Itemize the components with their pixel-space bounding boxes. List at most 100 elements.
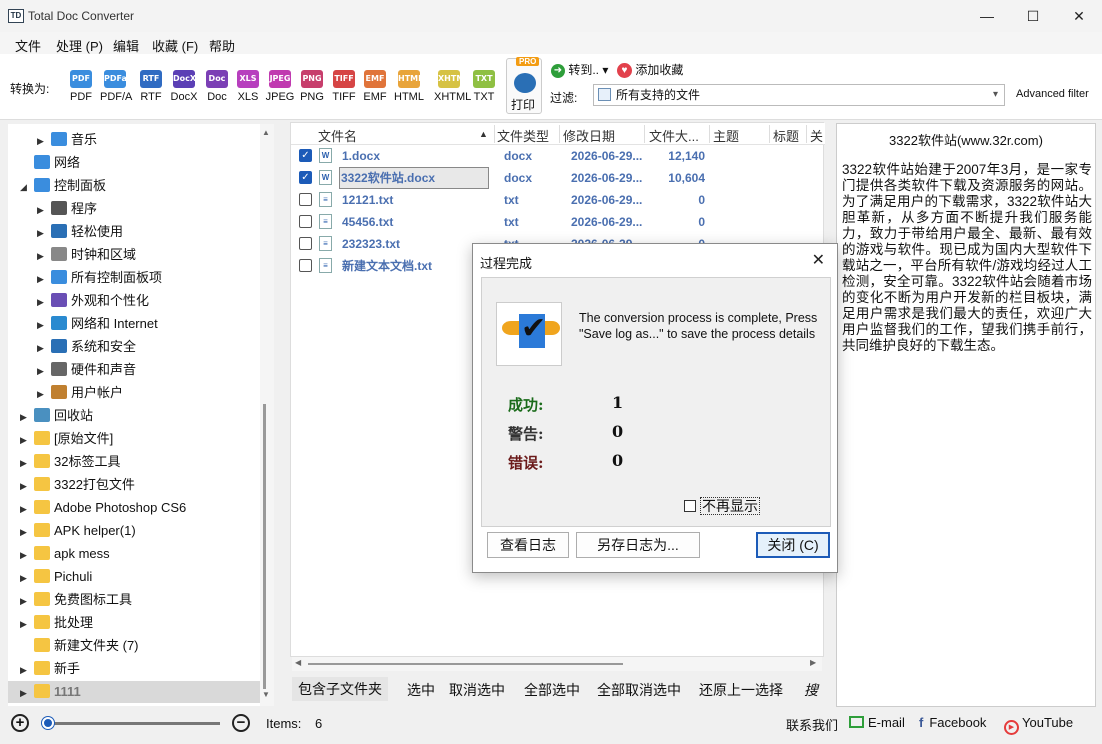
dialog-close-button[interactable]: 关闭 (C): [756, 532, 830, 558]
zoom-slider[interactable]: [42, 717, 220, 729]
convert-pdf-button[interactable]: PDF PDF: [66, 70, 96, 103]
column-size[interactable]: 文件大...: [649, 126, 699, 145]
contact-us-link[interactable]: 联系我们: [786, 715, 838, 734]
expand-arrow-icon[interactable]: ▶: [20, 452, 30, 474]
tree-item[interactable]: ▶ 程序: [8, 198, 260, 220]
tree-item[interactable]: 新建文件夹 (7): [8, 635, 260, 657]
file-row[interactable]: ✓ W 3322软件站.docx docx 2026-06-29... 10,604: [291, 167, 825, 189]
tree-item[interactable]: ▶ 新手: [8, 658, 260, 680]
tree-item[interactable]: ▶ 免费图标工具: [8, 589, 260, 611]
tree-item[interactable]: ▶ 轻松使用: [8, 221, 260, 243]
file-checkbox[interactable]: ✓: [299, 171, 312, 184]
convert-emf-button[interactable]: EMF EMF: [360, 70, 390, 103]
expand-arrow-icon[interactable]: ▶: [20, 590, 30, 612]
tree-item[interactable]: ▶ 硬件和声音: [8, 359, 260, 381]
tree-item[interactable]: ▶ 外观和个性化: [8, 290, 260, 312]
expand-arrow-icon[interactable]: ▶: [20, 613, 30, 635]
restore-selection-button[interactable]: 还原上一选择: [699, 680, 783, 700]
file-row[interactable]: ≡ 12121.txt txt 2026-06-29... 0: [291, 189, 825, 211]
tree-item[interactable]: ▶ apk mess: [8, 543, 260, 565]
expand-arrow-icon[interactable]: ▶: [20, 544, 30, 566]
file-row[interactable]: ✓ W 1.docx docx 2026-06-29... 12,140: [291, 145, 825, 167]
search-button[interactable]: 搜: [804, 680, 818, 700]
file-checkbox[interactable]: [299, 193, 312, 206]
scroll-up-icon[interactable]: ▲: [262, 128, 270, 137]
tree-item[interactable]: ◢ 控制面板: [8, 175, 260, 197]
tree-item[interactable]: ▶ Pichuli: [8, 566, 260, 588]
scroll-thumb[interactable]: [263, 404, 266, 689]
print-button[interactable]: PRO 打印: [506, 57, 542, 114]
convert-pdfa-button[interactable]: PDFa PDF/A: [100, 70, 132, 103]
scroll-down-icon[interactable]: ▼: [262, 690, 270, 699]
menu-file[interactable]: 文件: [15, 36, 41, 55]
dont-show-again-checkbox[interactable]: 不再显示: [684, 496, 760, 516]
add-favorite-button[interactable]: ♥ 添加收藏: [617, 61, 683, 79]
convert-txt-button[interactable]: TXT TXT: [469, 70, 499, 103]
menu-edit[interactable]: 编辑: [113, 36, 139, 55]
convert-tiff-button[interactable]: TIFF TIFF: [329, 70, 359, 103]
tree-item[interactable]: ▶ 3322打包文件: [8, 474, 260, 496]
file-checkbox[interactable]: [299, 237, 312, 250]
convert-xhtml-button[interactable]: XHTML XHTML: [434, 70, 471, 103]
tree-item[interactable]: ▶ APK helper(1): [8, 520, 260, 542]
hscroll-thumb[interactable]: [308, 663, 623, 665]
expand-arrow-icon[interactable]: ▶: [37, 291, 47, 313]
file-checkbox[interactable]: [299, 215, 312, 228]
convert-docx-button[interactable]: DocX DocX: [169, 70, 199, 103]
tree-item[interactable]: ▶ 批处理: [8, 612, 260, 634]
expand-arrow-icon[interactable]: ▶: [20, 475, 30, 497]
expand-arrow-icon[interactable]: ▶: [20, 429, 30, 451]
menu-help[interactable]: 帮助: [209, 36, 235, 55]
menu-favorites[interactable]: 收藏 (F): [152, 36, 198, 55]
expand-arrow-icon[interactable]: ▶: [37, 245, 47, 267]
expand-arrow-icon[interactable]: ▶: [37, 130, 47, 152]
include-subfolders-button[interactable]: 包含子文件夹: [292, 677, 388, 701]
zoom-in-button[interactable]: +: [11, 714, 29, 732]
expand-arrow-icon[interactable]: ▶: [20, 659, 30, 681]
facebook-link[interactable]: f Facebook: [919, 715, 986, 730]
goto-button[interactable]: ➜ 转到.. ▾: [551, 61, 608, 78]
maximize-button[interactable]: ☐: [1010, 0, 1056, 32]
tree-item[interactable]: 网络: [8, 152, 260, 174]
minimize-button[interactable]: —: [964, 0, 1010, 32]
view-log-button[interactable]: 查看日志: [487, 532, 569, 558]
column-filetype[interactable]: 文件类型: [497, 126, 549, 145]
scroll-left-icon[interactable]: ◀: [295, 658, 301, 667]
menu-process[interactable]: 处理 (P): [56, 36, 103, 55]
convert-xls-button[interactable]: XLS XLS: [233, 70, 263, 103]
expand-arrow-icon[interactable]: ▶: [37, 314, 47, 336]
tree-scrollbar[interactable]: ▲ ▼: [260, 124, 274, 706]
column-more[interactable]: 关: [810, 126, 823, 145]
convert-doc-button[interactable]: Doc Doc: [202, 70, 232, 103]
expand-arrow-icon[interactable]: ▶: [37, 360, 47, 382]
dialog-close-icon[interactable]: ✕: [812, 250, 825, 270]
email-link[interactable]: E-mail: [849, 715, 905, 730]
file-checkbox[interactable]: ✓: [299, 149, 312, 162]
column-filename[interactable]: 文件名: [318, 126, 357, 145]
expand-arrow-icon[interactable]: ▶: [37, 337, 47, 359]
tree-item[interactable]: ▶ 系统和安全: [8, 336, 260, 358]
tree-item[interactable]: ▶ 用户帐户: [8, 382, 260, 404]
convert-rtf-button[interactable]: RTF RTF: [136, 70, 166, 103]
file-checkbox[interactable]: [299, 259, 312, 272]
filter-select[interactable]: 所有支持的文件 ▾: [593, 84, 1005, 106]
column-subject[interactable]: 主题: [713, 126, 739, 145]
tree-item[interactable]: ▶ 所有控制面板项: [8, 267, 260, 289]
select-all-button[interactable]: 全部选中: [524, 680, 580, 700]
convert-html-button[interactable]: HTML HTML: [394, 70, 424, 103]
zoom-out-button[interactable]: −: [232, 714, 250, 732]
expand-arrow-icon[interactable]: ▶: [37, 222, 47, 244]
tree-item[interactable]: ▶ 1111: [8, 681, 260, 703]
expand-arrow-icon[interactable]: ▶: [20, 682, 30, 704]
select-button[interactable]: 选中: [407, 680, 435, 700]
advanced-filter-button[interactable]: Advanced filter: [1016, 88, 1089, 100]
expand-arrow-icon[interactable]: ▶: [20, 521, 30, 543]
file-list-hscrollbar[interactable]: ◀ ▶: [292, 657, 822, 671]
expand-arrow-icon[interactable]: ▶: [20, 567, 30, 589]
column-title[interactable]: 标题: [773, 126, 799, 145]
close-window-button[interactable]: ✕: [1056, 0, 1102, 32]
unselect-button[interactable]: 取消选中: [449, 680, 505, 700]
expand-arrow-icon[interactable]: ◢: [20, 176, 30, 198]
zoom-slider-knob[interactable]: [42, 717, 54, 729]
checkbox-box[interactable]: [684, 500, 696, 512]
